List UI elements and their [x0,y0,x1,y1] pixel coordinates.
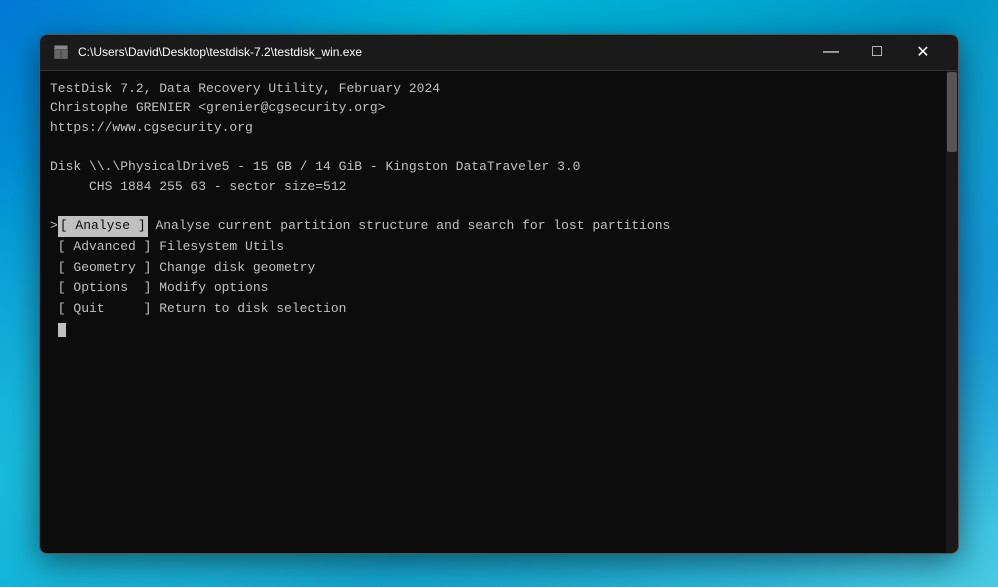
header-line-2: Christophe GRENIER <grenier@cgsecurity.o… [50,98,934,118]
title-bar: C:\Users\David\Desktop\testdisk-7.2\test… [40,35,958,71]
disk-line-1: Disk \\.\PhysicalDrive5 - 15 GB / 14 GiB… [50,157,934,177]
scrollbar-thumb[interactable] [947,72,957,152]
cursor-line [50,320,934,341]
disk-line-2: CHS 1884 255 63 - sector size=512 [50,177,934,197]
terminal-content: TestDisk 7.2, Data Recovery Utility, Feb… [50,79,948,553]
spacer-2 [50,196,934,216]
maximize-button[interactable]: □ [854,36,900,68]
spacer-4 [50,441,934,461]
menu-item-analyse[interactable]: >[ Analyse ] Analyse current partition s… [50,216,934,237]
menu-desc-analyse: Analyse current partition structure and … [148,216,671,237]
scrollbar[interactable] [946,71,958,553]
spacer-5 [50,461,934,481]
spacer-1 [50,137,934,157]
window-icon [52,43,70,61]
spacer-9 [50,541,934,553]
menu-key-analyse: [ Analyse ] [58,216,148,237]
spacer-7 [50,501,934,521]
terminal-cursor [58,323,66,337]
minimize-button[interactable]: — [808,36,854,68]
menu-selector-analyse: > [50,216,58,237]
window-title: C:\Users\David\Desktop\testdisk-7.2\test… [78,45,808,59]
close-button[interactable]: ✕ [900,36,946,68]
menu-item-options[interactable]: [ Options ] Modify options [50,278,934,299]
menu-spacer-geometry: [ Geometry ] [50,258,159,279]
menu-item-geometry[interactable]: [ Geometry ] Change disk geometry [50,258,934,279]
cursor-prompt [50,320,58,341]
menu-item-quit[interactable]: [ Quit ] Return to disk selection [50,299,934,320]
menu-desc-geometry: Change disk geometry [159,258,315,279]
menu-spacer-advanced: [ Advanced ] [50,237,159,258]
menu-spacer-options: [ Options ] [50,278,159,299]
terminal-area: TestDisk 7.2, Data Recovery Utility, Feb… [40,71,958,553]
menu-desc-advanced: Filesystem Utils [159,237,284,258]
spacer-6 [50,481,934,501]
menu-item-advanced[interactable]: [ Advanced ] Filesystem Utils [50,237,934,258]
window-controls: — □ ✕ [808,36,946,68]
app-window: C:\Users\David\Desktop\testdisk-7.2\test… [39,34,959,554]
spacer-8 [50,521,934,541]
menu-spacer-quit: [ Quit ] [50,299,159,320]
menu-desc-quit: Return to disk selection [159,299,346,320]
header-line-3: https://www.cgsecurity.org [50,118,934,138]
spacer-3 [50,341,934,441]
header-line-1: TestDisk 7.2, Data Recovery Utility, Feb… [50,79,934,99]
menu-desc-options: Modify options [159,278,268,299]
